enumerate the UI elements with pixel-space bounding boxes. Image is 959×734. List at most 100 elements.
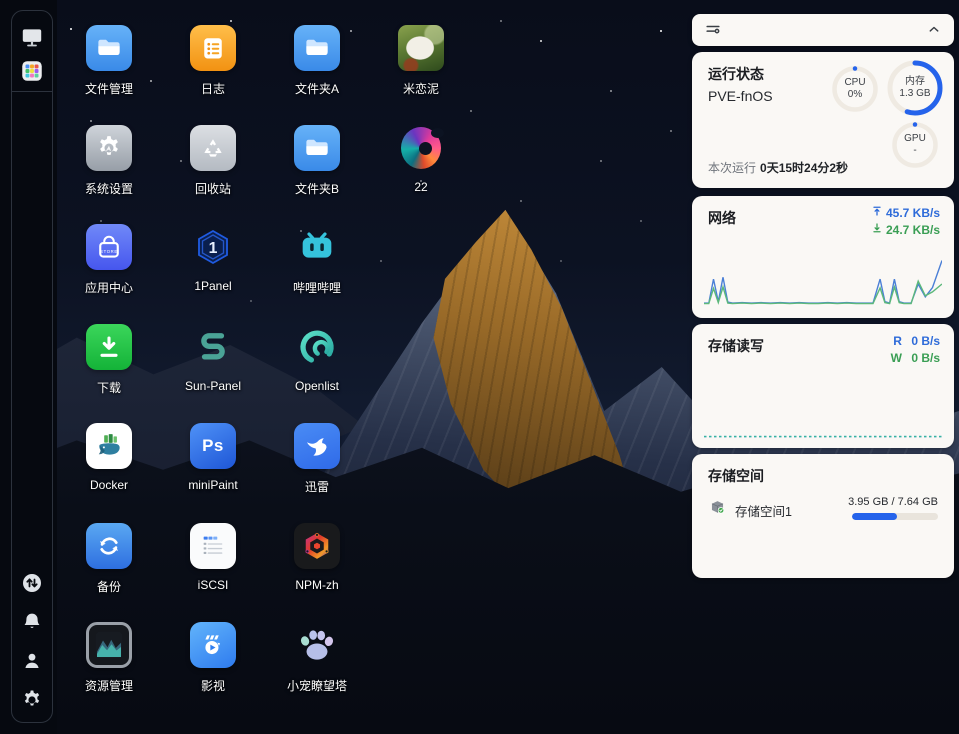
photo-cat-icon [398,25,444,71]
upload-icon [871,205,883,222]
app-label: 回收站 [194,181,231,196]
memory-usage-ring: 内存 1.3 GB [886,59,944,117]
app-center-icon: STORE [86,224,132,270]
iscsi-icon [190,522,236,569]
one-panel-icon: 1 [190,224,236,270]
swirl-icon [398,125,444,171]
app-label: Docker [89,478,128,492]
desktop-icon-grid: 文件管理系统设置 STORE 应用中心下载 Docker 备份资源管理 日志回收站 1 1Pa… [57,0,473,697]
desktop-app-file-manager[interactable]: 文件管理 [57,0,161,100]
app-label: 哔哩哔哩 [292,281,341,295]
widget-panel-topbar [692,14,954,46]
app-launcher-button[interactable] [17,57,47,87]
desktop-app-xunlei[interactable]: 迅雷 [265,398,369,498]
desktop-app-one-panel[interactable]: 1 1Panel [161,199,265,299]
desktop-view-button[interactable] [17,23,47,53]
gpu-usage-ring: GPU - [891,121,939,169]
docker-icon [86,423,132,469]
openlist-icon [294,324,340,370]
settings-button[interactable] [17,686,47,716]
storage-card: 存储空间 存储空间1 3.95 GB / 7.64 GB [692,454,954,578]
app-label: 迅雷 [304,480,329,494]
paw-icon [294,622,340,668]
app-label: NPM-zh [295,577,339,592]
desktop-app-folder2[interactable]: 文件夹B [265,100,369,200]
transfer-activity-button[interactable] [17,569,47,599]
sidebar-divider [12,91,52,92]
desktop-app-system-settings[interactable]: 系统设置 [57,100,161,200]
volume-disk-icon [708,498,727,522]
app-label: 文件管理 [84,82,133,96]
uptime-label: 本次运行 [708,161,757,175]
desktop-app-paw[interactable]: 小宠瞭望塔 [265,597,369,697]
cpu-label: CPU [844,76,866,88]
disk-io-card-title: 存储读写 [708,338,764,354]
desktop-app-movies[interactable]: 影视 [161,597,265,697]
desktop-app-iscsi[interactable]: iSCSI [161,498,265,598]
desktop-app-openlist[interactable]: Openlist [265,299,369,399]
desktop-app-swirl[interactable]: 22 [369,100,473,200]
app-label: Sun-Panel [184,378,242,393]
desktop-app-docker[interactable]: Docker [57,398,161,498]
app-label: 应用中心 [84,281,133,295]
sidebar [0,0,57,734]
disk-io-chart [704,435,942,438]
volume-name: 存储空间1 [735,504,792,519]
widget-settings-icon [703,19,723,42]
app-label: 影视 [200,679,225,693]
network-card: 网络 45.7 KB/s 24.7 KB/s [692,196,954,318]
uptime-value: 0天15时24分2秒 [760,161,849,175]
download-rate: 24.7 KB/s [871,222,940,239]
desktop-app-resource-monitor[interactable]: 资源管理 [57,597,161,697]
disk-io-card: 存储读写 R 0 B/s W 0 B/s [692,324,954,448]
npm-icon [294,522,340,569]
svg-text:STORE: STORE [100,249,118,254]
desktop-app-photo-cat[interactable]: 米恋泥 [369,0,473,100]
desktop-app-folder[interactable]: 文件夹A [265,0,369,100]
app-label: Openlist [294,378,340,393]
desktop-screen: 文件管理系统设置 STORE 应用中心下载 Docker 备份资源管理 日志回收站 1 1Pa… [0,0,959,734]
bilibili-icon [294,224,340,270]
folder2-icon [294,124,340,171]
app-label: miniPaint [188,478,238,492]
xunlei-icon [294,423,340,469]
desktop-app-minipaint[interactable]: Ps miniPaint [161,398,265,498]
notifications-button[interactable] [17,608,47,638]
monitor-icon [19,24,45,53]
user-icon [20,649,44,676]
desktop-app-download[interactable]: 下载 [57,299,161,399]
app-label: 备份 [96,579,121,594]
gear-icon [20,688,44,715]
sun-panel-icon [190,324,236,370]
desktop-app-sun-panel[interactable]: Sun-Panel [161,299,265,399]
app-label: 文件夹A [294,82,339,96]
gpu-label: GPU [904,132,926,144]
sidebar-bottom-group [12,569,52,716]
widget-panel: 运行状态 PVE-fnOS CPU 0% 内存 1.3 GB GPU - 本次运… [692,14,954,578]
sidebar-top-group [12,11,52,87]
desktop-app-bilibili[interactable]: 哔哩哔哩 [265,199,369,299]
collapse-panel-button[interactable] [925,20,943,41]
app-label: 小宠瞭望塔 [286,679,347,693]
widget-settings-button[interactable] [703,19,723,42]
storage-volume-row[interactable]: 存储空间1 [708,498,792,522]
storage-card-title: 存储空间 [708,468,764,484]
bell-icon [20,610,44,637]
status-card: 运行状态 PVE-fnOS CPU 0% 内存 1.3 GB GPU - 本次运… [692,52,954,188]
desktop-app-app-center[interactable]: STORE 应用中心 [57,199,161,299]
download-icon [871,222,883,239]
volume-usage: 3.95 GB / 7.64 GB [848,496,938,508]
desktop-app-backup[interactable]: 备份 [57,498,161,598]
user-button[interactable] [17,647,47,677]
uptime: 本次运行 0天15时24分2秒 [708,159,848,176]
desktop-app-log[interactable]: 日志 [161,0,265,100]
sidebar-frame [11,10,53,723]
gpu-value: - [913,145,917,156]
desktop-app-recycle-bin[interactable]: 回收站 [161,100,265,200]
app-label: 下载 [96,380,121,395]
backup-icon [86,522,132,569]
desktop-app-npm[interactable]: NPM-zh [265,498,369,598]
file-manager-icon [86,25,132,71]
host-name: PVE-fnOS [708,88,773,104]
write-rate: W 0 B/s [890,351,940,365]
